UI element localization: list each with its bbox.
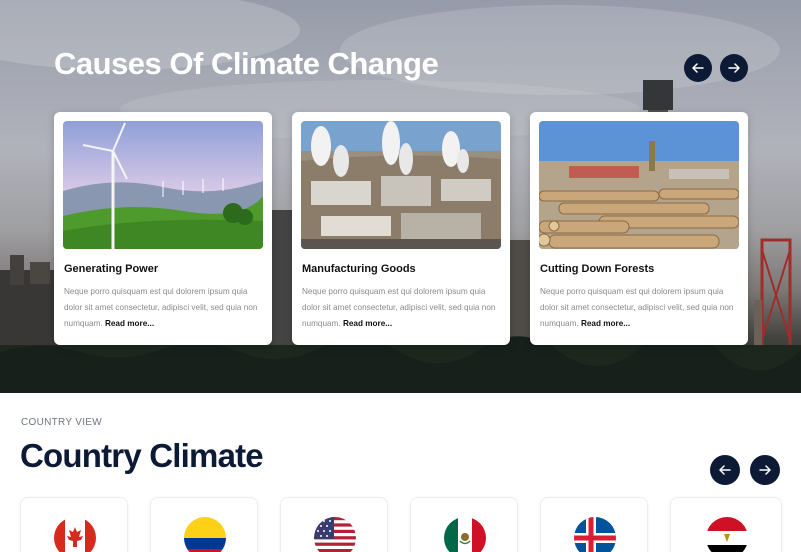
- card-description: Neque porro quisquam est qui dolorem ips…: [64, 284, 264, 332]
- cause-card-cutting-down-forests[interactable]: Cutting Down Forests Neque porro quisqua…: [530, 112, 748, 345]
- card-description-text: Neque porro quisquam est qui dolorem ips…: [540, 287, 734, 328]
- wind-turbines-photo: [63, 121, 263, 249]
- read-more-link[interactable]: Read more...: [343, 319, 392, 328]
- usa-flag-icon: [314, 517, 356, 552]
- card-description-text: Neque porro quisquam est qui dolorem ips…: [64, 287, 258, 328]
- countries-prev-button[interactable]: [710, 455, 740, 485]
- arrow-right-icon: [728, 63, 740, 73]
- country-card-colombia[interactable]: [150, 497, 258, 552]
- cause-card-manufacturing-goods[interactable]: Manufacturing Goods Neque porro quisquam…: [292, 112, 510, 345]
- card-description: Neque porro quisquam est qui dolorem ips…: [540, 284, 740, 332]
- arrow-left-icon: [692, 63, 704, 73]
- hero-prev-button[interactable]: [684, 54, 712, 82]
- timber-logs-photo: [539, 121, 739, 249]
- card-title: Cutting Down Forests: [540, 263, 655, 275]
- arrow-left-icon: [719, 465, 731, 475]
- cause-card-generating-power[interactable]: Generating Power Neque porro quisquam es…: [54, 112, 272, 345]
- colombia-flag-icon: [184, 517, 226, 552]
- section-title: Country Climate: [20, 437, 264, 474]
- hero-title: Causes Of Climate Change: [54, 46, 439, 81]
- card-description: Neque porro quisquam est qui dolorem ips…: [302, 284, 502, 332]
- card-title: Generating Power: [64, 263, 159, 275]
- country-card-mexico[interactable]: [410, 497, 518, 552]
- country-card-egypt[interactable]: [670, 497, 782, 552]
- hero-next-button[interactable]: [720, 54, 748, 82]
- country-card-iceland[interactable]: [540, 497, 648, 552]
- industrial-plant-photo: [301, 121, 501, 249]
- egypt-flag-icon: [706, 517, 748, 552]
- mexico-flag-icon: [444, 517, 486, 552]
- canada-flag-icon: [54, 517, 96, 552]
- read-more-link[interactable]: Read more...: [105, 319, 154, 328]
- country-card-usa[interactable]: [280, 497, 388, 552]
- arrow-right-icon: [759, 465, 771, 475]
- hero-section: Causes Of Climate Change Generating Powe…: [0, 0, 801, 393]
- country-card-canada[interactable]: [20, 497, 128, 552]
- iceland-flag-icon: [574, 517, 616, 552]
- countries-next-button[interactable]: [750, 455, 780, 485]
- card-description-text: Neque porro quisquam est qui dolorem ips…: [302, 287, 496, 328]
- card-title: Manufacturing Goods: [302, 263, 416, 275]
- section-eyebrow: COUNTRY VIEW: [21, 417, 103, 428]
- read-more-link[interactable]: Read more...: [581, 319, 630, 328]
